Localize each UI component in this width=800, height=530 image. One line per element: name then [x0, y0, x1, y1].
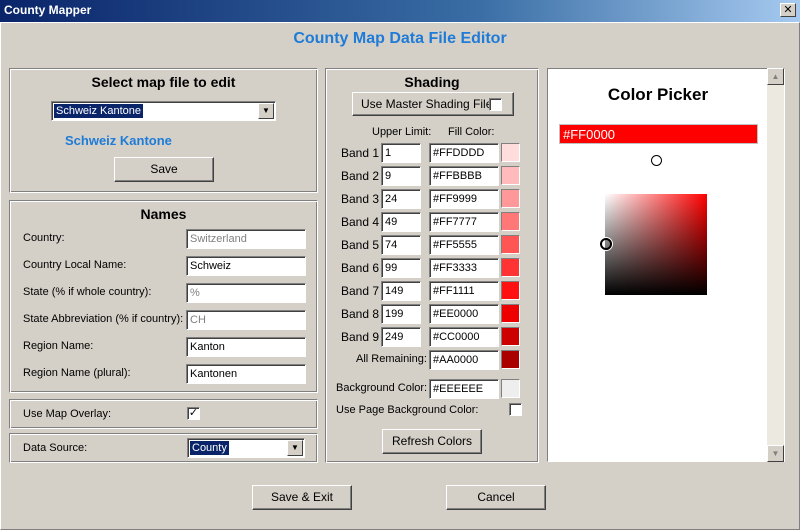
band-upper-limit-input[interactable]: 49: [381, 212, 421, 232]
chevron-down-icon[interactable]: ▼: [258, 103, 274, 119]
refresh-colors-button[interactable]: Refresh Colors: [382, 429, 482, 454]
band-color-swatch[interactable]: [501, 143, 520, 162]
band-fill-color-input[interactable]: #FF5555: [429, 235, 499, 255]
data-source-select[interactable]: County ▼: [187, 438, 305, 458]
close-button[interactable]: ✕: [780, 3, 796, 17]
band-color-swatch[interactable]: [501, 166, 520, 185]
save-button[interactable]: Save: [114, 157, 214, 182]
all-remaining-swatch[interactable]: [501, 350, 520, 369]
fill-color-header: Fill Color:: [448, 126, 495, 138]
band-label: Band 5: [341, 238, 380, 252]
names-field-input[interactable]: Schweiz: [186, 256, 306, 276]
names-field-input[interactable]: Kantonen: [186, 364, 306, 384]
upper-limit-header: Upper Limit:: [372, 126, 432, 138]
chevron-down-icon[interactable]: ▼: [287, 440, 303, 456]
window-title: County Mapper: [4, 3, 92, 17]
background-color-swatch[interactable]: [501, 379, 520, 398]
band-label: Band 9: [341, 330, 380, 344]
band-upper-limit-input[interactable]: 149: [381, 281, 421, 301]
band-label: Band 6: [341, 261, 380, 275]
arrow-up-icon[interactable]: ▲: [767, 68, 784, 85]
band-fill-color-input[interactable]: #FF3333: [429, 258, 499, 278]
all-remaining-label: All Remaining:: [356, 353, 427, 365]
background-color-label: Background Color:: [336, 382, 428, 394]
band-upper-limit-input[interactable]: 199: [381, 304, 421, 324]
band-label: Band 1: [341, 146, 380, 160]
map-overlay-checkbox[interactable]: ✓: [187, 407, 200, 420]
band-label: Band 2: [341, 169, 380, 183]
names-field-label: State (% if whole country):: [23, 286, 152, 298]
background-color-input[interactable]: #EEEEEE: [429, 379, 499, 399]
band-color-swatch[interactable]: [501, 258, 520, 277]
data-source-select-value: County: [190, 441, 229, 455]
map-file-display-name: Schweiz Kantone: [65, 133, 172, 148]
names-field-input[interactable]: Switzerland: [186, 229, 306, 249]
band-label: Band 8: [341, 307, 380, 321]
color-picker-scrollbar[interactable]: ▲ ▼: [767, 68, 784, 462]
arrow-down-icon[interactable]: ▼: [767, 445, 784, 462]
band-upper-limit-input[interactable]: 9: [381, 166, 421, 186]
shading-group-title: Shading: [404, 74, 460, 90]
use-page-background-checkbox[interactable]: [509, 403, 522, 416]
close-icon: ✕: [783, 4, 793, 16]
color-picker-title: Color Picker: [607, 85, 709, 104]
names-field-label: Region Name:: [23, 340, 94, 352]
data-source-label: Data Source:: [23, 442, 88, 454]
cancel-button[interactable]: Cancel: [446, 485, 546, 510]
saturation-value-box[interactable]: [605, 194, 707, 295]
band-fill-color-input[interactable]: #FFBBBB: [429, 166, 499, 186]
band-upper-limit-input[interactable]: 249: [381, 327, 421, 347]
use-master-shading-label: Use Master Shading File:: [361, 97, 496, 111]
band-fill-color-input[interactable]: #CC0000: [429, 327, 499, 347]
color-picker-value[interactable]: #FF0000: [559, 124, 758, 144]
band-fill-color-input[interactable]: #FF9999: [429, 189, 499, 209]
hue-indicator[interactable]: [651, 155, 662, 166]
use-master-shading-checkbox[interactable]: [489, 98, 502, 111]
names-field-input[interactable]: CH: [186, 310, 306, 330]
band-label: Band 3: [341, 192, 380, 206]
save-exit-button[interactable]: Save & Exit: [252, 485, 352, 510]
names-field-label: Country:: [23, 232, 65, 244]
map-file-group-title: Select map file to edit: [91, 74, 236, 90]
names-field-label: State Abbreviation (% if country):: [23, 313, 184, 325]
band-fill-color-input[interactable]: #FF7777: [429, 212, 499, 232]
band-color-swatch[interactable]: [501, 189, 520, 208]
band-color-swatch[interactable]: [501, 281, 520, 300]
band-upper-limit-input[interactable]: 1: [381, 143, 421, 163]
all-remaining-color-input[interactable]: #AA0000: [429, 350, 499, 370]
check-icon: ✓: [188, 407, 199, 419]
saturation-value-cursor[interactable]: [600, 238, 612, 250]
names-field-input[interactable]: %: [186, 283, 306, 303]
band-color-swatch[interactable]: [501, 235, 520, 254]
page-title: County Map Data File Editor: [293, 30, 507, 47]
band-color-swatch[interactable]: [501, 212, 520, 231]
use-page-background-label: Use Page Background Color:: [336, 404, 479, 416]
band-color-swatch[interactable]: [501, 327, 520, 346]
names-field-label: Region Name (plural):: [23, 367, 131, 379]
band-color-swatch[interactable]: [501, 304, 520, 323]
map-file-select-value: Schweiz Kantone: [54, 104, 143, 118]
band-upper-limit-input[interactable]: 99: [381, 258, 421, 278]
title-bar: County Mapper ✕: [0, 0, 800, 22]
names-field-input[interactable]: Kanton: [186, 337, 306, 357]
band-label: Band 7: [341, 284, 380, 298]
names-group-title: Names: [140, 206, 187, 222]
band-upper-limit-input[interactable]: 74: [381, 235, 421, 255]
band-label: Band 4: [341, 215, 380, 229]
map-file-select[interactable]: Schweiz Kantone ▼: [51, 101, 276, 121]
color-picker-panel: Color Picker #FF0000: [547, 68, 785, 462]
map-overlay-label: Use Map Overlay:: [23, 408, 112, 420]
band-fill-color-input[interactable]: #FFDDDD: [429, 143, 499, 163]
band-fill-color-input[interactable]: #EE0000: [429, 304, 499, 324]
band-fill-color-input[interactable]: #FF1111: [429, 281, 499, 301]
names-field-label: Country Local Name:: [23, 259, 127, 271]
band-upper-limit-input[interactable]: 24: [381, 189, 421, 209]
